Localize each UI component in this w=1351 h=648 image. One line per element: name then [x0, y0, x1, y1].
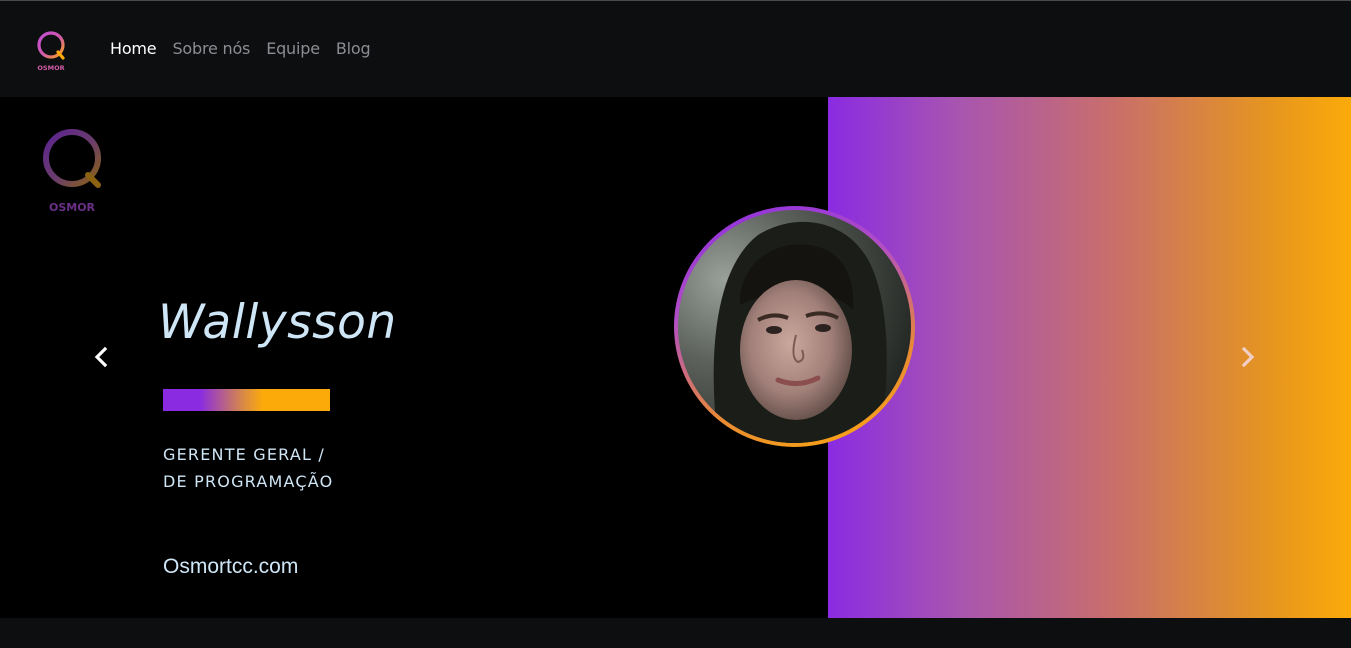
- chevron-left-icon: [94, 346, 108, 368]
- page: OSMOR Home Sobre nós Equipe Blog OSMOR W…: [0, 0, 1351, 648]
- osmor-watermark-logo-icon: OSMOR: [43, 129, 101, 214]
- member-avatar: [674, 206, 915, 447]
- nav-links: Home Sobre nós Equipe Blog: [110, 39, 371, 58]
- carousel-prev-button[interactable]: [90, 343, 112, 371]
- navbar: OSMOR Home Sobre nós Equipe Blog: [0, 1, 1351, 97]
- nav-link-blog[interactable]: Blog: [336, 39, 371, 58]
- nav-link-equipe[interactable]: Equipe: [266, 39, 320, 58]
- osmor-logo-icon[interactable]: OSMOR: [33, 30, 69, 74]
- hero-logo-text: OSMOR: [49, 201, 96, 214]
- carousel-next-button[interactable]: [1237, 343, 1259, 371]
- name-underline-bar: [163, 389, 330, 411]
- site-url: Osmortcc.com: [163, 555, 299, 578]
- nav-logo-text: OSMOR: [37, 64, 64, 72]
- footer-strip: [0, 618, 1351, 648]
- chevron-right-icon: [1241, 346, 1255, 368]
- team-carousel: OSMOR Wallysson GERENTE GERAL / DE PROGR…: [0, 97, 1351, 618]
- member-name: Wallysson: [158, 295, 397, 350]
- member-photo: [678, 210, 911, 443]
- member-role-line-2: DE PROGRAMAÇÃO: [163, 472, 334, 491]
- member-role-line-1: GERENTE GERAL /: [163, 445, 325, 464]
- nav-link-home[interactable]: Home: [110, 39, 157, 58]
- nav-link-sobre-nos[interactable]: Sobre nós: [172, 39, 250, 58]
